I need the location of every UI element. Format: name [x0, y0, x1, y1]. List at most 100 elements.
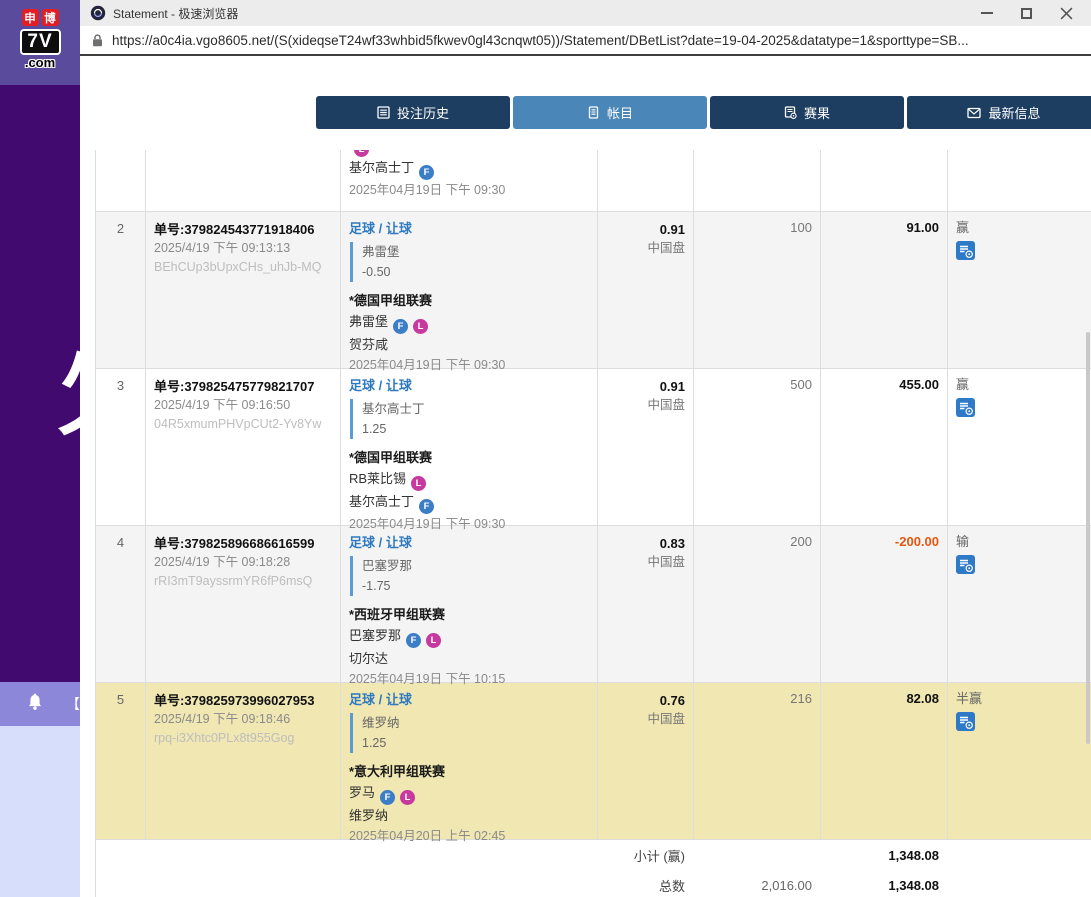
flag-l-icon: L — [400, 790, 415, 805]
odds-value: 0.76 — [606, 691, 685, 710]
stake-cell: 100 — [694, 212, 821, 368]
bet-type-link[interactable]: 足球 / 让球 — [349, 219, 589, 239]
nav-tabs: 投注历史 帐目 赛果 — [316, 96, 1091, 129]
pick-block: 基尔高士丁1.25 — [350, 399, 589, 439]
flag-f-icon: F — [393, 319, 408, 334]
tab-results[interactable]: 赛果 — [710, 96, 904, 129]
order-time: 2025/4/19 下午 09:18:28 — [154, 553, 332, 572]
window-titlebar: Statement - 极速浏览器 — [80, 0, 1091, 26]
flag-f-icon: F — [380, 790, 395, 805]
home-team: 巴塞罗那FL — [349, 625, 589, 648]
tab-statement[interactable]: 帐目 — [513, 96, 707, 129]
total-win: 1,348.08 — [821, 878, 948, 893]
sidebar-body: 火 — [0, 85, 80, 682]
window-title: Statement - 极速浏览器 — [113, 5, 238, 22]
site-sidebar: 申 博 7V .com 火 【公告】 — [0, 0, 80, 897]
bet-detail-cell: 足球 / 让球维罗纳1.25*意大利甲组联赛罗马FL维罗纳2025年04月20日… — [341, 683, 598, 839]
odds-market: 中国盘 — [606, 239, 685, 258]
away-team: 切尔达 — [349, 648, 589, 669]
account-icon — [587, 106, 600, 119]
tab-latest-news[interactable]: 最新信息 — [907, 96, 1091, 129]
watermark-character: 火 — [52, 327, 80, 445]
lock-icon — [92, 34, 103, 47]
bet-statement-table: L 基尔高士丁F 2025年04月19日 下午 09:30 2单号:379824… — [95, 150, 1091, 897]
tab-bet-history[interactable]: 投注历史 — [316, 96, 510, 129]
order-hash: rRI3mT9ayssrmYR6fP6msQ — [154, 572, 332, 591]
odds-market: 中国盘 — [606, 553, 685, 572]
tab-label: 投注历史 — [397, 103, 449, 122]
page-content: 投注历史 帐目 赛果 — [80, 58, 1091, 897]
order-cell: 单号:3798258966866165992025/4/19 下午 09:18:… — [146, 526, 341, 682]
handicap-value: 1.25 — [362, 419, 589, 439]
bet-result-icon[interactable] — [956, 241, 975, 265]
bet-type-link[interactable]: 足球 / 让球 — [349, 690, 589, 710]
logo-7v: 7V — [20, 29, 61, 55]
flag-l-icon: L — [354, 150, 369, 157]
notice-bar[interactable]: 【公告】 — [0, 682, 80, 726]
logo-domain: .com — [0, 55, 80, 70]
bet-type-link[interactable]: 足球 / 让球 — [349, 533, 589, 553]
bet-result-icon[interactable] — [956, 555, 975, 579]
stake-cell: 216 — [694, 683, 821, 839]
history-icon — [377, 106, 390, 119]
stake-cell: 200 — [694, 526, 821, 682]
bet-type-link[interactable]: 足球 / 让球 — [349, 376, 589, 396]
scrollbar[interactable] — [1086, 332, 1090, 744]
flag-l-icon: L — [413, 319, 428, 334]
winloss-cell: 91.00 — [821, 212, 948, 368]
status-cell: 赢 — [948, 369, 1091, 525]
order-hash: 04R5xmumPHVpCUt2-Yv8Yw — [154, 415, 332, 434]
total-stake: 2,016.00 — [694, 878, 821, 893]
logo-badge-1: 申 — [22, 9, 39, 26]
results-icon — [784, 106, 797, 119]
subtotal-win: 1,348.08 — [821, 848, 948, 863]
away-team: 贺芬咸 — [349, 334, 589, 355]
status-cell: 输 — [948, 526, 1091, 682]
home-team: 罗马FL — [349, 782, 589, 805]
maximize-button[interactable] — [1021, 8, 1032, 19]
table-row: 2单号:3798245437719184062025/4/19 下午 09:13… — [96, 212, 1091, 369]
home-team: L — [349, 150, 589, 157]
handicap-value: -1.75 — [362, 576, 589, 596]
table-row: 4单号:3798258966866165992025/4/19 下午 09:18… — [96, 526, 1091, 683]
logo-badge-2: 博 — [42, 9, 59, 26]
order-cell: 单号:3798245437719184062025/4/19 下午 09:13:… — [146, 212, 341, 368]
browser-logo-icon — [90, 5, 106, 21]
address-bar[interactable]: https://a0c4ia.vgo8605.net/(S(xideqseT24… — [80, 26, 1091, 56]
pick-block: 弗雷堡-0.50 — [350, 242, 589, 282]
bet-result-icon[interactable] — [956, 712, 975, 736]
league-name: *意大利甲组联赛 — [349, 761, 589, 782]
bet-detail-cell: 足球 / 让球基尔高士丁1.25*德国甲组联赛RB莱比锡L基尔高士丁F2025年… — [341, 369, 598, 525]
order-hash: rpq-i3Xhtc0PLx8t955Gog — [154, 729, 332, 748]
match-date: 2025年04月19日 下午 09:30 — [349, 180, 589, 201]
away-team: 基尔高士丁F — [349, 491, 589, 514]
odds-cell: 0.91中国盘 — [598, 369, 694, 525]
home-team: RB莱比锡L — [349, 468, 589, 491]
pick-block: 巴塞罗那-1.75 — [350, 556, 589, 596]
odds-market: 中国盘 — [606, 710, 685, 729]
tab-label: 帐目 — [607, 103, 633, 122]
bet-result-icon[interactable] — [956, 398, 975, 422]
order-number: 单号:379825896686616599 — [154, 534, 332, 553]
row-number: 5 — [96, 683, 146, 839]
bet-detail-cell: L 基尔高士丁F 2025年04月19日 下午 09:30 — [341, 150, 598, 211]
status-text: 赢 — [956, 376, 1083, 394]
flag-f-icon: F — [419, 165, 434, 180]
row-number: 2 — [96, 212, 146, 368]
tab-label: 赛果 — [804, 103, 830, 122]
flag-l-icon: L — [426, 633, 441, 648]
close-button[interactable] — [1060, 7, 1073, 20]
league-name: *德国甲组联赛 — [349, 290, 589, 311]
pick-block: 维罗纳1.25 — [350, 713, 589, 753]
minimize-button[interactable] — [981, 12, 993, 14]
status-cell: 赢 — [948, 212, 1091, 368]
away-team: 维罗纳 — [349, 805, 589, 826]
total-row: 总数 2,016.00 1,348.08 — [96, 870, 1091, 897]
site-logo[interactable]: 申 博 7V .com — [0, 0, 80, 70]
away-team: 基尔高士丁F — [349, 157, 589, 180]
status-text: 半赢 — [956, 690, 1083, 708]
flag-l-icon: L — [411, 476, 426, 491]
odds-value: 0.91 — [606, 220, 685, 239]
pick-team: 维罗纳 — [362, 713, 589, 733]
winloss-cell: 455.00 — [821, 369, 948, 525]
